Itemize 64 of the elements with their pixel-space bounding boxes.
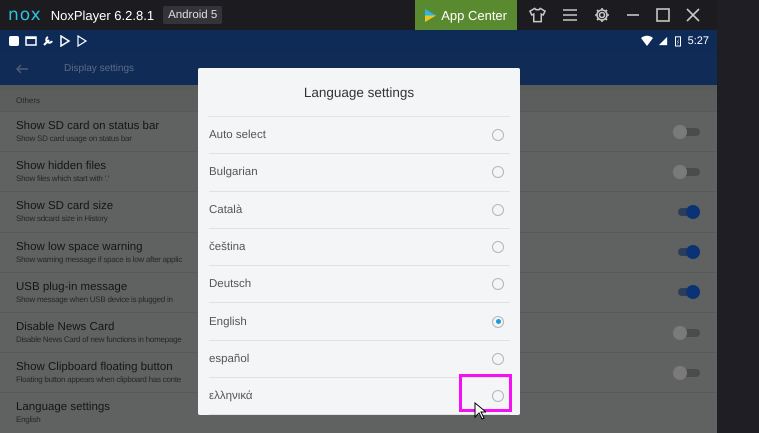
screen-title: Display settings [64, 63, 134, 74]
language-option[interactable]: English [209, 303, 510, 341]
shirt-icon[interactable] [529, 7, 546, 23]
setting-title: Show Clipboard floating button [16, 361, 173, 374]
toggle-switch[interactable] [673, 124, 700, 139]
language-label: Deutsch [209, 278, 252, 290]
app-logo: nox [8, 5, 42, 25]
radio-button[interactable] [492, 129, 504, 142]
signal-icon [658, 35, 668, 47]
radio-button[interactable] [492, 352, 504, 365]
setting-description: English [16, 415, 40, 424]
close-icon[interactable] [686, 8, 700, 22]
back-arrow-icon[interactable] [16, 64, 28, 74]
setting-description: Show sdcard size in History [16, 214, 108, 224]
toggle-switch[interactable] [673, 164, 700, 179]
language-label: ελληνικά [209, 390, 253, 402]
window-notification-icon [25, 35, 37, 47]
setting-description: Floating button appears when clipboard has conte [16, 375, 182, 384]
battery-icon [672, 35, 683, 47]
radio-button[interactable] [492, 316, 504, 328]
wifi-icon [640, 35, 653, 47]
language-label: Auto select [209, 129, 266, 142]
setting-description: Show warning message if space is low after applic [16, 254, 182, 264]
wrench-icon [42, 35, 54, 47]
version-badge: Android 5 [163, 6, 222, 24]
setting-title: Show SD card size [16, 200, 114, 212]
window-title: NoxPlayer 6.2.8.1 [50, 8, 154, 22]
language-label: English [209, 316, 247, 328]
play-icon [425, 8, 436, 22]
language-label: español [209, 352, 250, 365]
language-option[interactable]: čeština [209, 228, 510, 266]
setting-title: Show hidden files [16, 160, 106, 172]
toggle-switch[interactable] [673, 366, 700, 380]
setting-title: Language settings [16, 401, 110, 414]
language-option[interactable]: Deutsch [209, 266, 510, 304]
language-option[interactable]: Català [209, 192, 510, 229]
setting-title: Show SD card on status bar [16, 120, 160, 132]
radio-button[interactable] [492, 390, 504, 402]
setting-description: Show message when USB device is plugged in [16, 294, 173, 304]
language-label: Català [209, 204, 242, 216]
radio-button[interactable] [492, 278, 504, 290]
setting-title: Show low space warning [16, 240, 143, 253]
language-option[interactable]: Auto select [209, 117, 510, 154]
radio-button[interactable] [492, 204, 504, 216]
maximize-icon[interactable] [656, 8, 670, 22]
status-time: 5:27 [688, 35, 709, 47]
language-label: čeština [209, 241, 246, 254]
toggle-switch[interactable] [673, 326, 700, 340]
setting-title: USB plug-in message [16, 280, 128, 293]
dialog-title: Language settings [304, 84, 414, 100]
setting-description: Show files which start with '.' [16, 174, 110, 184]
app-center-button[interactable]: App Center [415, 0, 517, 30]
square-notification-icon [8, 35, 20, 47]
section-header: Others [16, 96, 40, 105]
language-option[interactable]: Bulgarian [209, 154, 510, 192]
setting-description: Show SD card usage on status bar [16, 134, 132, 144]
radio-button[interactable] [492, 166, 504, 178]
setting-description: Disable News Card of new functions in homepage [16, 335, 182, 344]
language-option[interactable]: español [209, 340, 510, 378]
setting-title: Disable News Card [16, 321, 114, 334]
language-label: Bulgarian [209, 166, 258, 178]
menu-icon[interactable] [562, 8, 578, 22]
settings-icon[interactable] [594, 7, 610, 23]
radio-button[interactable] [492, 241, 504, 254]
